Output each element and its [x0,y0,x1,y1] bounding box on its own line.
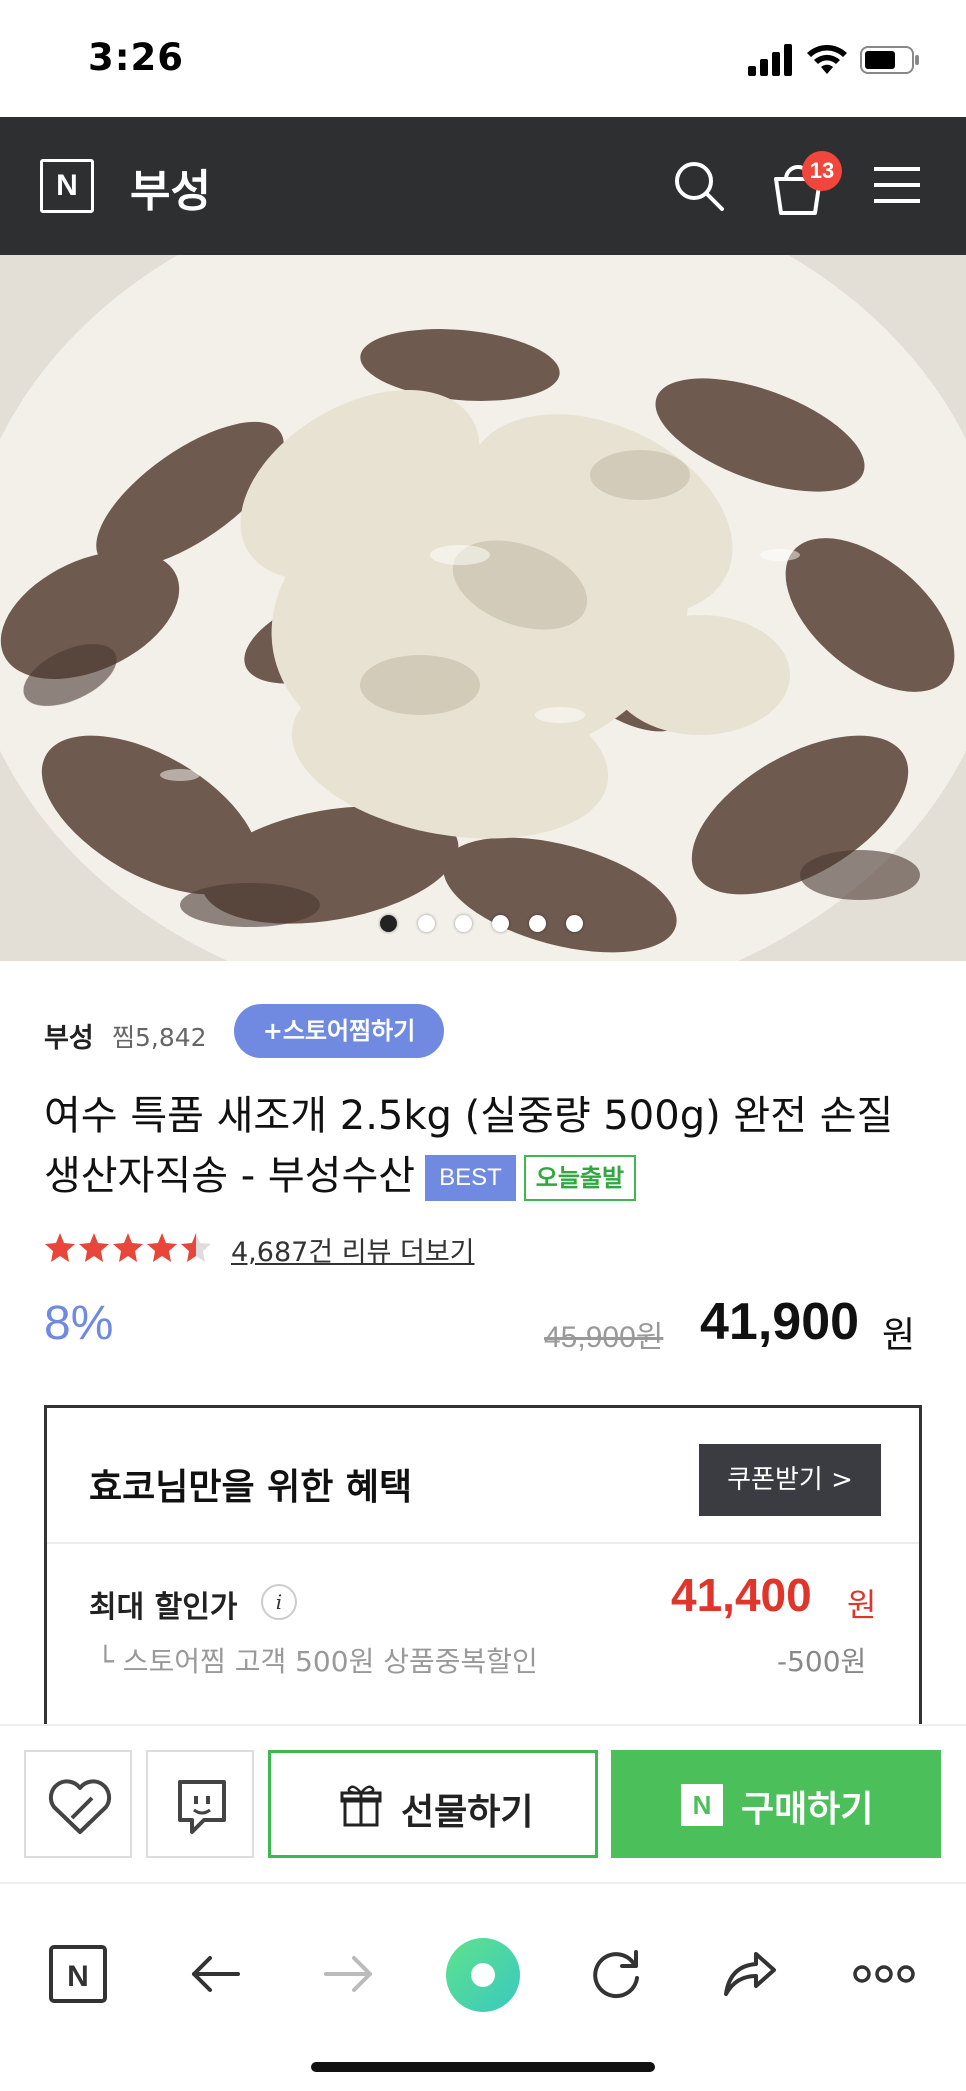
coupon-button[interactable]: 쿠폰받기 > [699,1444,881,1516]
wifi-icon [807,45,847,74]
share-icon[interactable] [720,1944,780,2004]
browser-toolbar: N [0,1882,966,2091]
green-dot-icon[interactable] [444,1936,522,2014]
battery-icon [860,46,919,74]
star-rating [45,1233,211,1262]
zzim-discount-label: └ 스토어찜 고객 500원 상품중복할인 [97,1645,538,1678]
gallery-pagination[interactable] [0,915,966,945]
benefit-box: 효코님만을 위한 혜택 쿠폰받기 > 최대 할인가 i 41,400 원 └ 스… [44,1405,922,1725]
gift-button[interactable]: 선물하기 [268,1750,598,1858]
purchase-action-bar: 선물하기 N 구매하기 [0,1724,966,1882]
today-shipping-badge: 오늘출발 [523,1155,637,1201]
cart-count-badge: 13 [802,151,842,191]
sale-price-unit: 원 [882,1315,916,1356]
more-icon[interactable] [852,1944,916,2004]
status-time: 3:26 [88,36,185,79]
product-image-gallery[interactable] [0,255,966,961]
home-indicator [311,2062,655,2072]
gallery-dot[interactable] [492,915,509,932]
search-icon[interactable] [672,159,726,213]
home-logo-icon[interactable]: N [48,1944,108,2004]
refresh-icon[interactable] [586,1944,646,2004]
talk-button[interactable] [146,1750,254,1858]
product-photo [0,255,966,961]
review-link[interactable]: 4,687건 리뷰 더보기 [231,1230,475,1269]
store-zzim-button[interactable]: +스토어찜하기 [234,1004,444,1058]
buy-button[interactable]: N 구매하기 [611,1750,941,1858]
forward-icon[interactable] [318,1944,378,2004]
best-badge: BEST [425,1155,516,1201]
signal-icon [748,44,792,76]
benefit-heading: 효코님만을 위한 혜택 [89,1467,413,1508]
gift-button-label: 선물하기 [401,1792,534,1833]
divider [47,1542,919,1544]
menu-icon[interactable] [872,163,922,207]
back-icon[interactable] [186,1944,246,2004]
gallery-dot[interactable] [529,915,546,932]
seller-name[interactable]: 부성 [44,1016,94,1055]
info-icon[interactable]: i [261,1584,297,1620]
product-title: 여수 특품 새조개 2.5kg (실중량 500g) 완전 손질 생산자직송 -… [44,1086,924,1206]
heart-icon [48,1779,112,1834]
chat-icon [178,1780,226,1834]
max-discount-unit: 원 [847,1586,877,1624]
original-price: 45,900원 [544,1321,664,1354]
naver-logo[interactable]: N [40,159,94,213]
buy-button-label: 구매하기 [741,1789,874,1830]
store-name[interactable]: 부성 [130,155,211,219]
max-discount-price: 41,400 [671,1569,812,1621]
zzim-discount-value: -500원 [777,1645,867,1678]
naver-pay-logo: N [681,1784,723,1826]
max-discount-label: 최대 할인가 [89,1590,238,1625]
gallery-dot[interactable] [566,915,583,932]
home-logo-text: N [67,1960,89,1993]
zzim-count: 찜5,842 [112,1023,207,1052]
status-bar: 3:26 [0,0,966,117]
sale-price: 41,900 [700,1293,860,1351]
gallery-dot[interactable] [380,915,397,932]
wishlist-button[interactable] [24,1750,132,1858]
gift-icon [340,1785,382,1827]
gallery-dot[interactable] [455,915,472,932]
discount-rate: 8% [44,1297,114,1350]
store-header: N 부성 13 [0,117,966,255]
gallery-dot[interactable] [418,915,435,932]
